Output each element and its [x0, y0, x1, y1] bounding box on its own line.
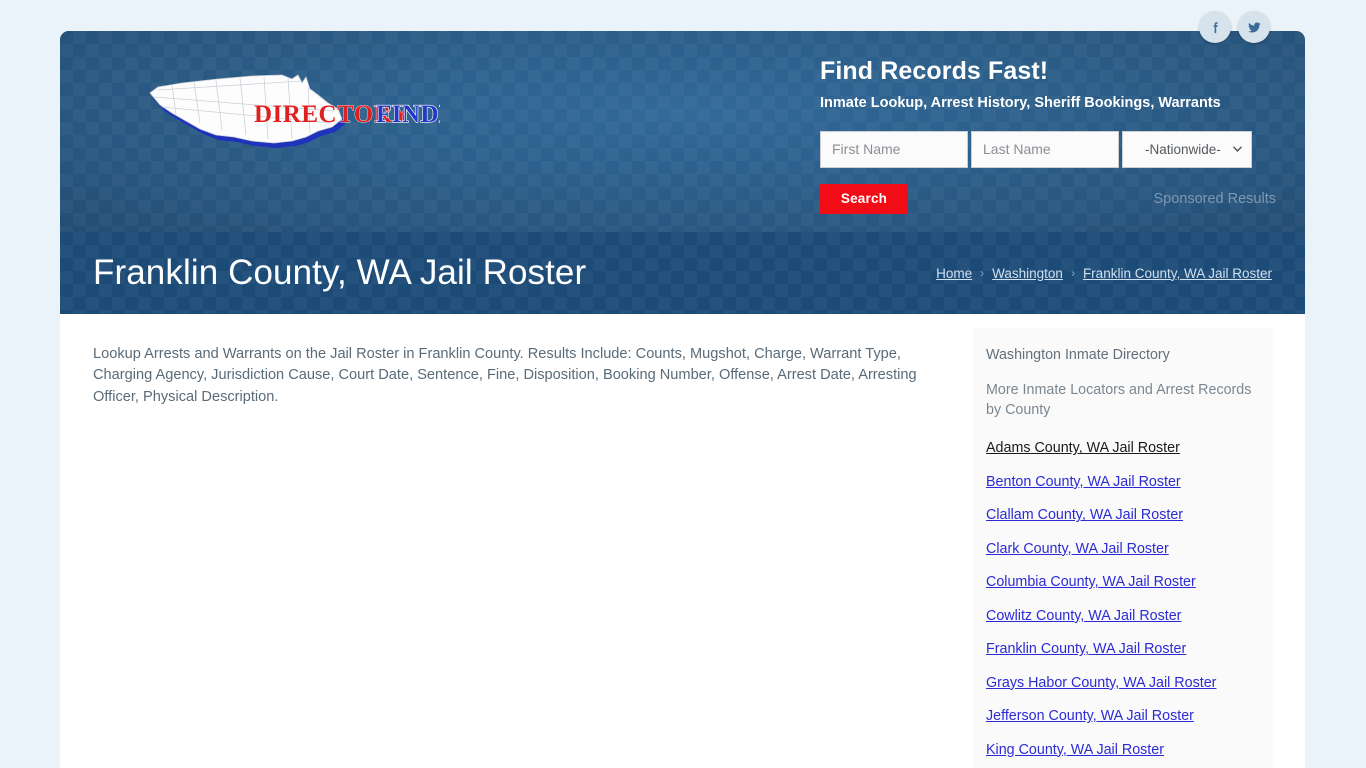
county-link-list: Adams County, WA Jail Roster Benton Coun…	[986, 438, 1257, 768]
sidebar: Washington Inmate Directory More Inmate …	[973, 328, 1273, 768]
sidebar-link-benton[interactable]: Benton County, WA Jail Roster	[986, 474, 1181, 490]
list-item: Jefferson County, WA Jail Roster	[986, 706, 1257, 726]
last-name-input[interactable]	[971, 130, 1119, 168]
content-area: Lookup Arrests and Warrants on the Jail …	[60, 314, 1305, 768]
page-root: DIRECTORY FINDER Find Records Fast! Inma…	[0, 0, 1366, 768]
sidebar-link-king[interactable]: King County, WA Jail Roster	[986, 742, 1164, 758]
breadcrumb-item-home[interactable]: Home	[936, 266, 972, 281]
sidebar-link-adams[interactable]: Adams County, WA Jail Roster	[986, 440, 1180, 456]
list-item: King County, WA Jail Roster	[986, 740, 1257, 760]
twitter-icon	[1247, 20, 1262, 35]
search-panel: Find Records Fast! Inmate Lookup, Arrest…	[820, 57, 1280, 214]
sidebar-link-grays-habor[interactable]: Grays Habor County, WA Jail Roster	[986, 675, 1216, 691]
list-item: Adams County, WA Jail Roster	[986, 438, 1257, 458]
promo-subtitle: Inmate Lookup, Arrest History, Sheriff B…	[820, 94, 1221, 111]
sidebar-heading: Washington Inmate Directory	[986, 347, 1170, 363]
first-name-input[interactable]	[820, 130, 968, 168]
promo-title: Find Records Fast!	[820, 57, 1049, 85]
breadcrumb-item-washington[interactable]: Washington	[992, 266, 1063, 281]
search-action-row: Search Sponsored Results	[820, 183, 1280, 214]
sidebar-link-franklin[interactable]: Franklin County, WA Jail Roster	[986, 641, 1186, 657]
sidebar-subheading: More Inmate Locators and Arrest Records …	[986, 382, 1252, 418]
facebook-icon	[1208, 20, 1223, 35]
search-fields-row: -Nationwide-	[820, 130, 1280, 168]
site-logo[interactable]: DIRECTORY FINDER	[140, 67, 440, 153]
site-container: DIRECTORY FINDER Find Records Fast! Inma…	[60, 31, 1305, 768]
sponsored-results-label: Sponsored Results	[1153, 190, 1276, 207]
svg-text:FINDER: FINDER	[376, 101, 440, 128]
breadcrumb-separator: ›	[980, 266, 985, 280]
intro-paragraph: Lookup Arrests and Warrants on the Jail …	[93, 346, 917, 405]
sidebar-link-columbia[interactable]: Columbia County, WA Jail Roster	[986, 574, 1196, 590]
list-item: Benton County, WA Jail Roster	[986, 472, 1257, 492]
search-button[interactable]: Search	[820, 183, 908, 214]
facebook-link[interactable]	[1199, 11, 1231, 43]
main-column: Lookup Arrests and Warrants on the Jail …	[60, 314, 973, 408]
sidebar-link-clallam[interactable]: Clallam County, WA Jail Roster	[986, 507, 1183, 523]
list-item: Franklin County, WA Jail Roster	[986, 639, 1257, 659]
twitter-link[interactable]	[1238, 11, 1270, 43]
sidebar-link-cowlitz[interactable]: Cowlitz County, WA Jail Roster	[986, 608, 1181, 624]
list-item: Grays Habor County, WA Jail Roster	[986, 673, 1257, 693]
state-select[interactable]: -Nationwide-	[1122, 130, 1252, 168]
page-title: Franklin County, WA Jail Roster	[93, 253, 587, 292]
list-item: Clallam County, WA Jail Roster	[986, 505, 1257, 525]
breadcrumb: Home › Washington › Franklin County, WA …	[936, 266, 1272, 281]
sidebar-link-clark[interactable]: Clark County, WA Jail Roster	[986, 541, 1169, 557]
sidebar-link-jefferson[interactable]: Jefferson County, WA Jail Roster	[986, 708, 1194, 724]
site-header: DIRECTORY FINDER Find Records Fast! Inma…	[60, 31, 1305, 232]
breadcrumb-item-current[interactable]: Franklin County, WA Jail Roster	[1083, 266, 1272, 281]
list-item: Clark County, WA Jail Roster	[986, 539, 1257, 559]
social-links	[1199, 11, 1295, 43]
list-item: Columbia County, WA Jail Roster	[986, 572, 1257, 592]
breadcrumb-separator: ›	[1070, 266, 1075, 280]
page-title-bar: Franklin County, WA Jail Roster Home › W…	[60, 232, 1305, 314]
list-item: Cowlitz County, WA Jail Roster	[986, 606, 1257, 626]
state-select-wrapper: -Nationwide-	[1122, 130, 1252, 168]
